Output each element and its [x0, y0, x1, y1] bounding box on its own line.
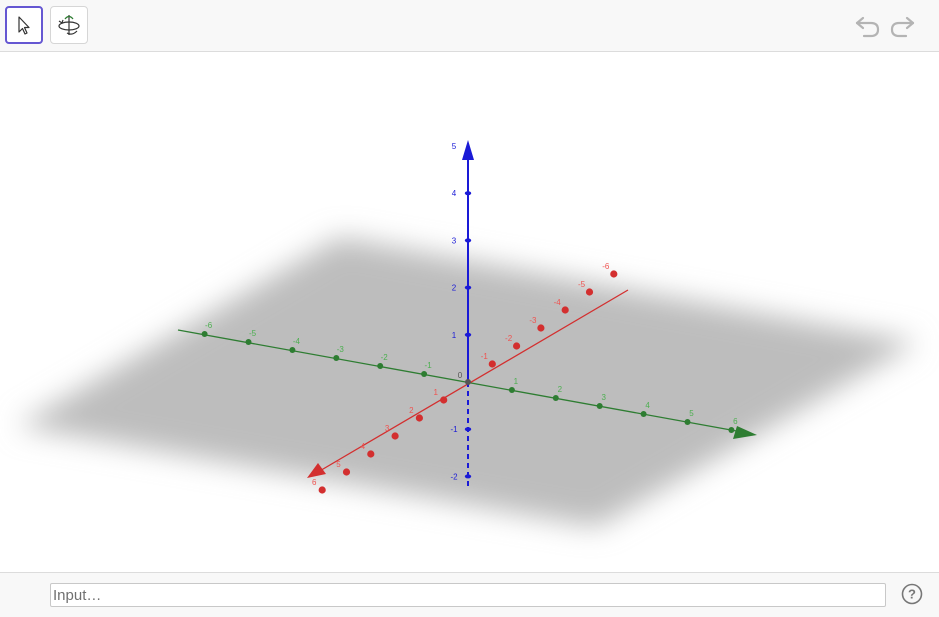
- y-axis-tick-point: [508, 387, 515, 393]
- z-axis-tick-label: -2: [450, 472, 458, 481]
- y-axis-tick-point: [201, 331, 208, 337]
- x-axis-tick-label: 1: [433, 388, 438, 397]
- x-axis-tick-point: [415, 414, 423, 422]
- x-axis-tick-point: [537, 324, 545, 332]
- y-axis-tick-point: [684, 419, 691, 425]
- x-axis-tick-label: 6: [312, 478, 317, 487]
- y-axis-tick-label: 4: [645, 401, 650, 410]
- z-axis-tick-label: 3: [452, 236, 457, 245]
- y-axis-tick-label: -3: [337, 345, 345, 354]
- input-bar-panel: ?: [0, 572, 939, 617]
- x-axis-tick-point: [561, 306, 569, 314]
- redo-button[interactable]: [888, 12, 918, 40]
- z-axis-tick-point: [464, 238, 472, 243]
- y-axis-tick-point: [377, 363, 384, 369]
- rotate-view-tool-button[interactable]: [50, 6, 88, 44]
- x-axis-tick-label: 3: [385, 424, 390, 433]
- algebra-input-field[interactable]: [50, 583, 886, 607]
- z-axis-tick-point: [464, 285, 472, 290]
- x-axis-tick-label: -6: [602, 262, 610, 271]
- help-icon: ?: [901, 583, 923, 605]
- y-axis-tick-label: 6: [733, 417, 738, 426]
- z-axis-tick-label: 1: [452, 331, 457, 340]
- y-axis-tick-label: -1: [425, 361, 433, 370]
- x-axis-tick-point: [513, 342, 521, 350]
- y-axis-tick-point: [289, 347, 296, 353]
- x-axis-tick-point: [610, 270, 618, 278]
- z-axis-tick-label: -1: [450, 425, 458, 434]
- x-axis-tick-label: 5: [336, 460, 341, 469]
- origin-point: [465, 379, 471, 385]
- x-axis-tick-point: [440, 396, 448, 404]
- move-arrow-icon: [18, 16, 30, 35]
- z-axis-tick-label: 4: [452, 189, 457, 198]
- z-axis-tick-point: [464, 191, 472, 196]
- y-axis-tick-point: [421, 371, 428, 377]
- x-axis-tick-label: 2: [409, 406, 414, 415]
- y-axis-tick-point: [728, 427, 735, 433]
- x-axis-tick-point: [318, 486, 326, 494]
- y-axis-tick-point: [552, 395, 559, 401]
- y-axis-tick-point: [596, 403, 603, 409]
- x-axis-tick-label: -1: [481, 352, 489, 361]
- redo-icon: [890, 16, 915, 38]
- x-axis-tick-label: -4: [554, 298, 562, 307]
- y-axis-tick-label: -5: [249, 329, 257, 338]
- graphics-3d-view[interactable]: -6 -5 -4 -3 -2 -1 1 2 3 4 5 6 -6 -5 -4 -3 -2 -1 1 2 3 4 5 6 -2 -1…: [0, 53, 939, 572]
- z-axis-tick-point: [464, 332, 472, 337]
- y-axis-tick-point: [640, 411, 647, 417]
- x-axis-tick-point: [342, 468, 351, 476]
- x-axis-tick-point: [585, 288, 594, 296]
- y-axis-tick-label: -4: [293, 337, 301, 346]
- y-axis-tick-label: -2: [381, 353, 389, 362]
- y-axis-tick-label: 1: [514, 377, 519, 386]
- rotate-view-icon: [58, 15, 80, 35]
- help-button[interactable]: ?: [901, 583, 923, 605]
- origin-label: 0: [458, 371, 463, 380]
- y-axis-tick-label: 5: [689, 409, 694, 418]
- z-axis-tick-point: [464, 474, 472, 479]
- y-axis-tick-point: [245, 339, 252, 345]
- graphics-3d-canvas[interactable]: -6 -5 -4 -3 -2 -1 1 2 3 4 5 6 -6 -5 -4 -3 -2 -1 1 2 3 4 5 6 -2 -1…: [0, 53, 939, 572]
- undo-button[interactable]: [852, 12, 882, 40]
- move-tool-button[interactable]: [5, 6, 43, 44]
- y-axis-tick-label: 2: [558, 385, 563, 394]
- y-axis-tick-point: [333, 355, 340, 361]
- x-axis-tick-point: [488, 360, 496, 368]
- z-axis-tick-label: 2: [452, 284, 457, 293]
- toolbar: [0, 0, 939, 52]
- x-axis-tick-label: -2: [505, 334, 513, 343]
- x-axis-tick-point: [367, 450, 375, 458]
- x-axis-tick-label: 4: [361, 442, 366, 451]
- z-axis-arrowhead: [462, 140, 474, 160]
- x-axis-tick-label: -3: [529, 316, 537, 325]
- z-axis-tick-label: 5: [452, 142, 457, 151]
- svg-text:?: ?: [908, 587, 916, 602]
- z-axis-tick-point: [464, 427, 472, 432]
- undo-icon: [855, 16, 880, 38]
- x-axis-tick-label: -5: [578, 280, 586, 289]
- y-axis-tick-label: 3: [601, 393, 606, 402]
- x-axis-tick-point: [391, 432, 399, 440]
- y-axis-tick-label: -6: [205, 321, 213, 330]
